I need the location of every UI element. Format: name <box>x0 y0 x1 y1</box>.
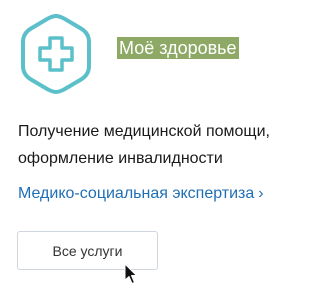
medical-cross-hexagon-icon <box>18 12 94 96</box>
category-title: Моё здоровье <box>117 37 239 59</box>
medical-social-expertise-link[interactable]: Медико-социальная экспертиза › <box>18 183 264 205</box>
arrow-cursor-icon <box>124 263 138 285</box>
all-services-button-label: Все услуги <box>52 242 123 259</box>
service-category-card: Моё здоровье Получение медицинской помощ… <box>0 0 316 303</box>
link-label: Медико-социальная экспертиза <box>18 185 255 202</box>
category-description: Получение медицинской помощи, оформление… <box>18 123 270 167</box>
chevron-right-icon: › <box>258 185 264 202</box>
